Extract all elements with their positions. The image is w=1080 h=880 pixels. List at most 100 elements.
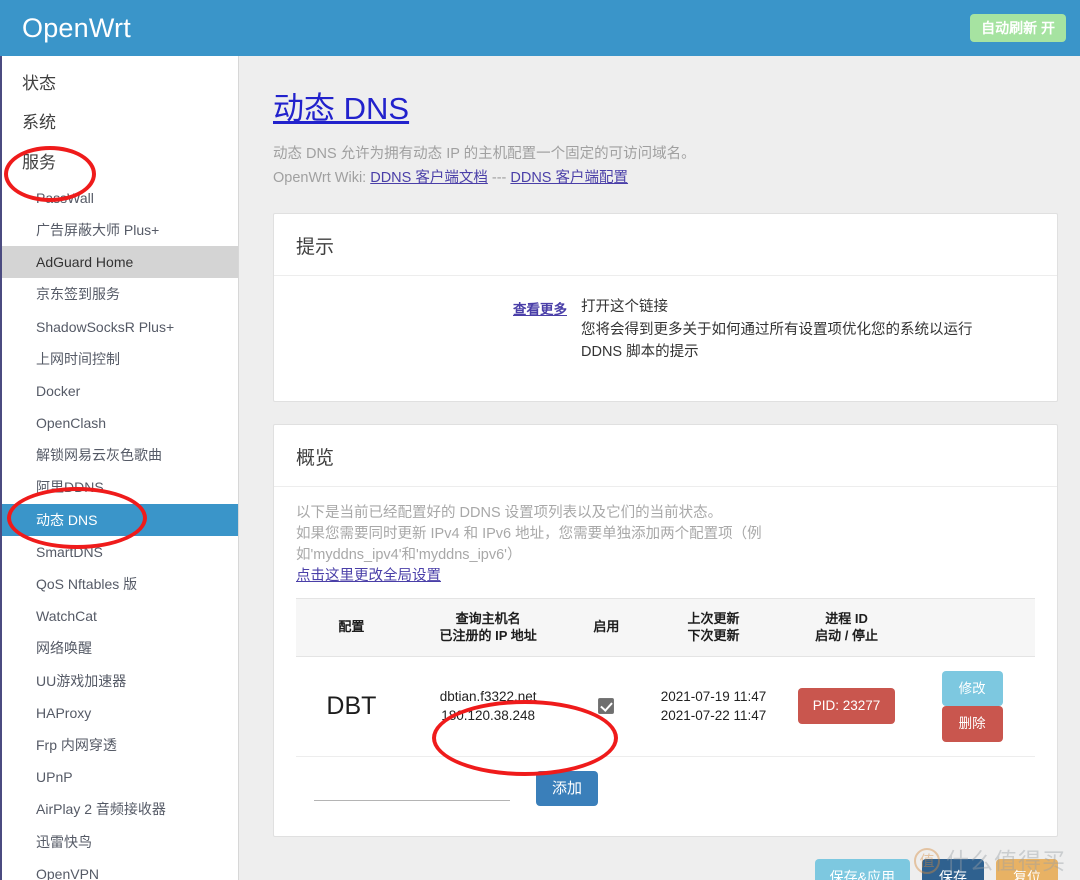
sidebar-item-smartdns[interactable]: SmartDNS	[2, 536, 238, 568]
openwrt-luci-page: OpenWrt 自动刷新 开 状态 系统 服务 PassWall 广告屏蔽大师 …	[0, 0, 1080, 880]
overview-desc-line3: 如'myddns_ipv4'和'myddns_ipv6'）	[296, 547, 522, 564]
sidebar-item-netease-unlock[interactable]: 解锁网易云灰色歌曲	[2, 439, 238, 471]
col-actions	[909, 597, 1035, 657]
footer-actions: 保存&应用 保存 复位	[273, 858, 1058, 880]
sidebar-sub-items: PassWall 广告屏蔽大师 Plus+ AdGuard Home 京东签到服…	[2, 182, 238, 880]
overview-card: 概览 以下是当前已经配置好的 DDNS 设置项列表以及它们的当前状态。 如果您需…	[273, 424, 1058, 837]
tips-view-more-link[interactable]: 查看更多	[296, 296, 581, 318]
col-update-line1: 上次更新	[687, 610, 740, 626]
col-process-line1: 进程 ID	[825, 610, 868, 626]
col-hostname: 查询主机名 已注册的 IP 地址	[406, 597, 570, 657]
ip-value: 180.120.38.248	[441, 708, 536, 724]
cell-actions: 修改 删除	[909, 656, 1035, 757]
sidebar-item-frp[interactable]: Frp 内网穿透	[2, 729, 238, 761]
top-header-bar: OpenWrt 自动刷新 开	[0, 0, 1080, 56]
cell-hostname: dbtian.f3322.net 180.120.38.248	[406, 656, 570, 757]
sidebar-nav[interactable]: 状态 系统 服务 PassWall 广告屏蔽大师 Plus+ AdGuard H…	[0, 56, 239, 880]
col-process-line2: 启动 / 停止	[815, 628, 878, 644]
link-ddns-client-config[interactable]: DDNS 客户端配置	[510, 170, 628, 186]
col-enabled: 启用	[569, 597, 644, 657]
next-update-value: 2021-07-22 11:47	[660, 708, 767, 724]
sidebar-item-system[interactable]: 系统	[2, 103, 238, 142]
tips-card-body: 查看更多 打开这个链接 您将会得到更多关于如何通过所有设置项优化您的系统以运行 …	[274, 276, 1057, 401]
last-update-value: 2021-07-19 11:47	[660, 688, 767, 704]
sidebar-item-qos-nftables[interactable]: QoS Nftables 版	[2, 568, 238, 600]
col-config: 配置	[296, 597, 407, 657]
sidebar-item-watchcat[interactable]: WatchCat	[2, 600, 238, 632]
col-config-line1: 配置	[338, 619, 365, 635]
col-update-line2: 下次更新	[687, 628, 740, 644]
col-enabled-line1: 启用	[593, 619, 620, 635]
page-wiki-line: OpenWrt Wiki: DDNS 客户端文档 --- DDNS 客户端配置	[273, 167, 1058, 191]
tips-text-line1: 打开这个链接	[581, 299, 668, 316]
overview-desc-line1: 以下是当前已经配置好的 DDNS 设置项列表以及它们的当前状态。	[296, 505, 723, 522]
col-update-times: 上次更新 下次更新	[643, 597, 784, 657]
reset-button[interactable]: 复位	[996, 858, 1058, 880]
save-button[interactable]: 保存	[922, 858, 984, 880]
add-button[interactable]: 添加	[536, 770, 599, 806]
edit-button[interactable]: 修改	[941, 670, 1003, 707]
tips-card-title: 提示	[274, 214, 1057, 277]
sidebar-item-wol[interactable]: 网络唤醒	[2, 632, 238, 664]
pid-button[interactable]: PID: 23277	[797, 688, 896, 724]
tips-card: 提示 查看更多 打开这个链接 您将会得到更多关于如何通过所有设置项优化您的系统以…	[273, 213, 1058, 403]
cell-config: DBT	[296, 656, 407, 757]
sidebar-item-status[interactable]: 状态	[2, 64, 238, 103]
sidebar-item-adblock-plus[interactable]: 广告屏蔽大师 Plus+	[2, 214, 238, 246]
page-description: 动态 DNS 允许为拥有动态 IP 的主机配置一个固定的可访问域名。 OpenW…	[273, 143, 1058, 191]
sidebar-item-adguard-home[interactable]: AdGuard Home	[2, 246, 238, 279]
sidebar-top-items: 状态 系统 服务	[2, 64, 238, 182]
tips-text: 打开这个链接 您将会得到更多关于如何通过所有设置项优化您的系统以运行 DDNS …	[581, 296, 973, 363]
sidebar-item-uu-accelerator[interactable]: UU游戏加速器	[2, 665, 238, 697]
sidebar-item-ssr-plus[interactable]: ShadowSocksR Plus+	[2, 311, 238, 343]
cell-update-times: 2021-07-19 11:47 2021-07-22 11:47	[643, 656, 784, 757]
tips-text-line3: DDNS 脚本的提示	[581, 343, 699, 360]
save-apply-button[interactable]: 保存&应用	[814, 858, 910, 880]
brand-logo: OpenWrt	[22, 12, 131, 43]
enabled-checkbox[interactable]	[598, 698, 615, 715]
cell-process: PID: 23277	[783, 656, 910, 757]
page-body: 状态 系统 服务 PassWall 广告屏蔽大师 Plus+ AdGuard H…	[0, 56, 1080, 880]
page-description-line1: 动态 DNS 允许为拥有动态 IP 的主机配置一个固定的可访问域名。	[273, 146, 696, 163]
col-process: 进程 ID 启动 / 停止	[783, 597, 910, 657]
add-config-input[interactable]	[314, 775, 510, 801]
config-name: DBT	[326, 691, 377, 720]
cell-enabled	[569, 656, 644, 757]
sidebar-item-airplay2[interactable]: AirPlay 2 音频接收器	[2, 793, 238, 825]
page-title[interactable]: 动态 DNS	[273, 90, 409, 127]
hostname-value: dbtian.f3322.net	[439, 688, 537, 704]
ddns-table-head: 配置 查询主机名 已注册的 IP 地址 启用 上次更新 下次更新 进程 ID 启…	[296, 597, 1035, 657]
overview-description: 以下是当前已经配置好的 DDNS 设置项列表以及它们的当前状态。 如果您需要同时…	[296, 503, 1035, 587]
sidebar-item-dynamic-dns[interactable]: 动态 DNS	[2, 503, 238, 536]
overview-card-title: 概览	[274, 425, 1057, 488]
sidebar-item-services[interactable]: 服务	[2, 143, 238, 182]
sidebar-item-openvpn[interactable]: OpenVPN	[2, 858, 238, 880]
add-button-wrap: 添加	[536, 770, 599, 806]
sidebar-item-time-control[interactable]: 上网时间控制	[2, 343, 238, 375]
col-hostname-line2: 已注册的 IP 地址	[439, 628, 537, 644]
sidebar-item-docker[interactable]: Docker	[2, 375, 238, 407]
delete-button[interactable]: 删除	[941, 706, 1003, 742]
add-config-row: 添加	[296, 757, 1035, 816]
table-row: DBT dbtian.f3322.net 180.120.38.248 2021…	[296, 656, 1035, 757]
sidebar-item-haproxy[interactable]: HAProxy	[2, 697, 238, 729]
tips-text-line2: 您将会得到更多关于如何通过所有设置项优化您的系统以运行	[581, 321, 973, 338]
global-settings-link[interactable]: 点击这里更改全局设置	[296, 568, 441, 584]
wiki-prefix: OpenWrt Wiki:	[273, 170, 371, 187]
sidebar-item-jd-checkin[interactable]: 京东签到服务	[2, 278, 238, 310]
overview-desc-line2: 如果您需要同时更新 IPv4 和 IPv6 地址，您需要单独添加两个配置项（例	[296, 526, 762, 543]
sidebar-item-upnp[interactable]: UPnP	[2, 761, 238, 793]
ddns-table: 配置 查询主机名 已注册的 IP 地址 启用 上次更新 下次更新 进程 ID 启…	[296, 597, 1035, 757]
tips-row: 查看更多 打开这个链接 您将会得到更多关于如何通过所有设置项优化您的系统以运行 …	[296, 290, 1035, 381]
auto-refresh-button[interactable]: 自动刷新 开	[970, 14, 1066, 42]
link-separator: ---	[487, 170, 511, 187]
table-header-row: 配置 查询主机名 已注册的 IP 地址 启用 上次更新 下次更新 进程 ID 启…	[296, 597, 1035, 657]
col-hostname-line1: 查询主机名	[455, 610, 521, 626]
sidebar-item-aliddns[interactable]: 阿里DDNS	[2, 471, 238, 503]
overview-card-body: 以下是当前已经配置好的 DDNS 设置项列表以及它们的当前状态。 如果您需要同时…	[274, 487, 1057, 835]
sidebar-item-openclash[interactable]: OpenClash	[2, 407, 238, 439]
ddns-table-body: DBT dbtian.f3322.net 180.120.38.248 2021…	[296, 656, 1035, 757]
sidebar-item-xunlei[interactable]: 迅雷快鸟	[2, 826, 238, 858]
link-ddns-client-docs[interactable]: DDNS 客户端文档	[370, 170, 488, 186]
sidebar-item-passwall[interactable]: PassWall	[2, 182, 238, 214]
